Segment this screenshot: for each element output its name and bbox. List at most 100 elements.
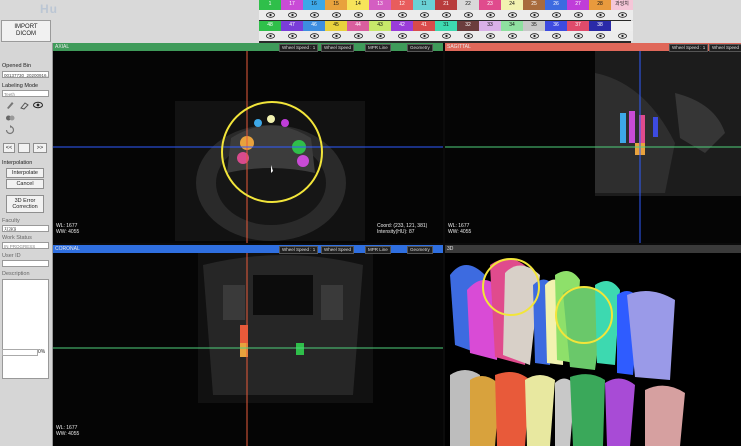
tooth-label-0-3[interactable]: 15 (325, 0, 347, 10)
axial-mpr-line-dropdown[interactable]: MPR Line (365, 44, 391, 52)
tooth-label-1-8[interactable]: 31 (435, 21, 457, 31)
error-correction-button[interactable]: 3D Error Correction (6, 195, 44, 213)
axial-wheel-speed-label[interactable]: Wheel Speed : 1 (279, 44, 319, 52)
tooth-label-0-4[interactable]: 14 (347, 0, 369, 10)
tooth-label-1-10[interactable]: 33 (479, 21, 501, 31)
rotate-icon[interactable] (5, 125, 15, 135)
visibility-eye-icon[interactable] (567, 10, 589, 20)
tooth-label-1-7[interactable]: 41 (413, 21, 435, 31)
coronal-geometry-dropdown[interactable]: Geometry (407, 246, 433, 254)
work-status-select[interactable]: IN PROGRESS (2, 242, 49, 249)
visibility-eye-icon[interactable] (567, 31, 589, 41)
tooth-label-1-12[interactable]: 35 (523, 21, 545, 31)
visibility-eye-icon[interactable] (611, 10, 633, 20)
prev-slice-button[interactable]: << (3, 143, 15, 153)
visibility-eye-icon[interactable] (501, 31, 523, 41)
visibility-eye-icon[interactable] (523, 31, 545, 41)
sagittal-viewport[interactable]: SAGITTAL Wheel Speed : 1 Wheel Speed WL:… (445, 43, 741, 243)
tooth-label-1-2[interactable]: 46 (303, 21, 325, 31)
next-slice-button[interactable]: >> (33, 143, 47, 153)
sagittal-wheel-speed-label[interactable]: Wheel Speed : 1 (669, 44, 709, 52)
tooth-label-0-13[interactable]: 26 (545, 0, 567, 10)
visibility-eye-icon[interactable] (435, 10, 457, 20)
visibility-eye-icon[interactable] (303, 10, 325, 20)
visibility-eye-icon[interactable] (479, 10, 501, 20)
visibility-eye-icon[interactable] (391, 31, 413, 41)
visibility-eye-icon[interactable] (259, 10, 281, 20)
tooth-label-1-13[interactable]: 36 (545, 21, 567, 31)
visibility-eye-icon[interactable] (435, 31, 457, 41)
coronal-mpr-line-dropdown[interactable]: MPR Line (365, 246, 391, 254)
visibility-eye-icon[interactable] (501, 10, 523, 20)
tooth-label-0-11[interactable]: 24 (501, 0, 523, 10)
visibility-eye-icon[interactable] (303, 31, 325, 41)
tooth-label-0-14[interactable]: 27 (567, 0, 589, 10)
tooth-label-0-9[interactable]: 22 (457, 0, 479, 10)
tooth-label-0-5[interactable]: 13 (369, 0, 391, 10)
visibility-eye-icon[interactable] (347, 31, 369, 41)
tooth-label-0-7[interactable]: 11 (413, 0, 435, 10)
tooth-label-0-16[interactable]: 과잉치 (611, 0, 633, 10)
tooth-label-1-16[interactable] (611, 21, 633, 31)
visibility-eye-icon[interactable] (369, 10, 391, 20)
visibility-eye-icon[interactable] (611, 31, 633, 41)
axial-wheel-speed-dropdown[interactable]: Wheel Speed (321, 44, 355, 52)
labeling-mode-select[interactable]: Teeth (2, 90, 49, 97)
tooth-label-1-6[interactable]: 42 (391, 21, 413, 31)
sagittal-wheel-speed-dropdown[interactable]: Wheel Speed (709, 44, 741, 52)
visibility-eye-icon[interactable] (457, 31, 479, 41)
tooth-label-0-0[interactable]: 1 18 (259, 0, 281, 10)
tooth-label-0-1[interactable]: 17 (281, 0, 303, 10)
tooth-label-0-2[interactable]: 16 (303, 0, 325, 10)
tooth-label-0-12[interactable]: 25 (523, 0, 545, 10)
visibility-eye-icon[interactable] (347, 10, 369, 20)
eraser-icon[interactable] (19, 100, 29, 110)
visibility-eye-icon[interactable] (479, 31, 501, 41)
visibility-eye-icon[interactable] (413, 31, 435, 41)
tooth-label-1-14[interactable]: 37 (567, 21, 589, 31)
visibility-eye-icon[interactable] (523, 10, 545, 20)
tooth-label-1-11[interactable]: 34 (501, 21, 523, 31)
visibility-eye-icon[interactable] (259, 31, 281, 41)
visibility-eye-icon[interactable] (413, 10, 435, 20)
visibility-eye-icon[interactable] (545, 31, 567, 41)
3d-render-viewport[interactable]: 3D (445, 245, 741, 446)
description-field[interactable] (2, 279, 49, 379)
interpolate-button[interactable]: Interpolate (6, 168, 44, 178)
brush-icon[interactable] (5, 100, 15, 110)
cancel-button[interactable]: Cancel (6, 179, 44, 189)
visibility-eye-icon[interactable] (369, 31, 391, 41)
tooth-label-1-9[interactable]: 32 (457, 21, 479, 31)
axial-viewport[interactable]: AXIAL Wheel Speed : 1 Wheel Speed MPR Li… (53, 43, 443, 243)
visibility-eye-icon[interactable] (281, 31, 303, 41)
visibility-eye-icon[interactable] (545, 10, 567, 20)
slice-reset-button[interactable] (18, 143, 30, 153)
tooth-label-0-15[interactable]: 28 (589, 0, 611, 10)
user-id-field[interactable] (2, 260, 49, 267)
tooth-label-1-0[interactable]: 48 (259, 21, 281, 31)
eye-icon[interactable] (33, 100, 43, 110)
tooth-label-1-15[interactable]: 38 (589, 21, 611, 31)
tooth-label-0-10[interactable]: 23 (479, 0, 501, 10)
tooth-label-0-6[interactable]: 12 (391, 0, 413, 10)
visibility-eye-icon[interactable] (589, 31, 611, 41)
visibility-eye-icon[interactable] (589, 10, 611, 20)
tooth-label-1-1[interactable]: 47 (281, 21, 303, 31)
visibility-eye-icon[interactable] (457, 10, 479, 20)
visibility-eye-icon[interactable] (325, 10, 347, 20)
coronal-wheel-speed-label[interactable]: Wheel Speed : 1 (279, 246, 319, 254)
tooth-label-1-4[interactable]: 44 (347, 21, 369, 31)
faculty-select[interactable]: 치과대 (2, 225, 49, 232)
visibility-eye-icon[interactable] (391, 10, 413, 20)
fill-icon[interactable] (5, 113, 15, 123)
visibility-eye-icon[interactable] (325, 31, 347, 41)
import-dicom-button[interactable]: IMPORT DICOM (1, 20, 51, 42)
visibility-eye-icon[interactable] (281, 10, 303, 20)
tooth-label-1-3[interactable]: 45 (325, 21, 347, 31)
coronal-viewport[interactable]: CORONAL Wheel Speed : 1 Wheel Speed MPR … (53, 245, 443, 446)
axial-geometry-dropdown[interactable]: Geometry (407, 44, 433, 52)
tooth-label-1-5[interactable]: 43 (369, 21, 391, 31)
tooth-label-0-8[interactable]: 21 (435, 0, 457, 10)
coronal-wheel-speed-dropdown[interactable]: Wheel Speed (321, 246, 355, 254)
opened-bin-field[interactable]: 00137730_20200916.b (2, 71, 49, 78)
